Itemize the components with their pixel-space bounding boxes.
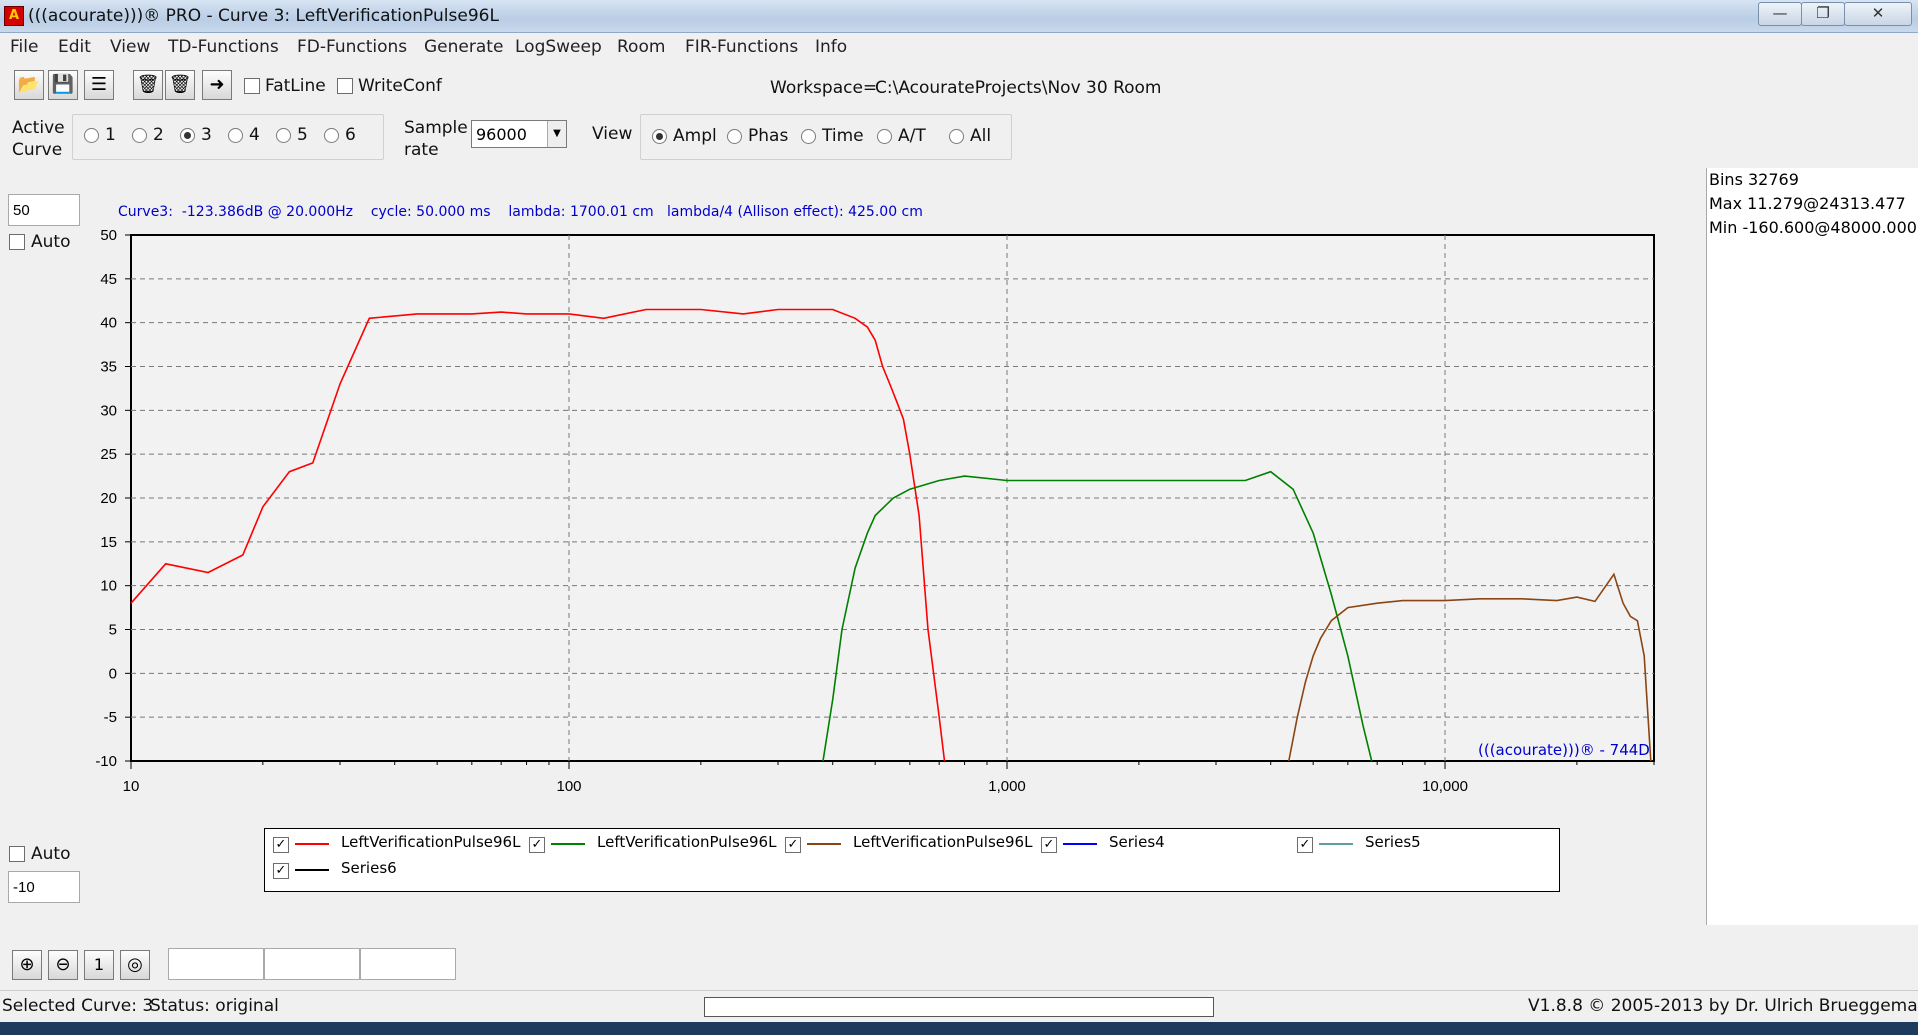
right-info-panel: Bins 32769 Max 11.279@24313.477 Min -160…	[1706, 168, 1918, 925]
max-readout: Max 11.279@24313.477	[1709, 194, 1906, 213]
auto-bottom-checkbox[interactable]	[9, 846, 25, 862]
progress-bar	[704, 997, 1214, 1017]
min-readout: Min -160.600@48000.000	[1709, 218, 1917, 237]
minimize-icon[interactable]: —	[1758, 2, 1802, 26]
legend-label-1: LeftVerificationPulse96L	[341, 833, 521, 851]
readout-field-1	[168, 948, 264, 980]
y-tick-label: 20	[100, 490, 117, 507]
status-version: V1.8.8 © 2005-2013 by Dr. Ulrich Bruegge…	[1528, 996, 1918, 1016]
legend-label-5: Series5	[1365, 833, 1421, 851]
legend-checkbox-5[interactable]: ✓	[1297, 837, 1313, 853]
y-tick-label: 5	[109, 622, 117, 639]
legend-swatch-4	[1063, 843, 1097, 845]
zoom-reset-button[interactable]: 1	[84, 950, 114, 980]
zoom-out-icon[interactable]: ⊖	[48, 950, 78, 980]
y-tick-label: 10	[100, 578, 117, 595]
taskbar	[0, 1022, 1918, 1035]
zoom-in-icon[interactable]: ⊕	[12, 950, 42, 980]
y-tick-label: 40	[100, 315, 117, 332]
y-tick-label: 30	[100, 402, 117, 419]
y-tick-label: 25	[100, 446, 117, 463]
y-tick-label: 50	[100, 227, 117, 244]
y-tick-label: 35	[100, 359, 117, 376]
auto-bottom-label: Auto	[31, 844, 71, 864]
y-tick-label: 15	[100, 534, 117, 551]
legend-swatch-5	[1319, 843, 1353, 845]
legend-checkbox-3[interactable]: ✓	[785, 837, 801, 853]
legend-swatch-1	[295, 843, 329, 845]
y-tick-label: 0	[109, 665, 117, 682]
bins-readout: Bins 32769	[1709, 170, 1799, 189]
legend-swatch-6	[295, 869, 329, 871]
legend: ✓ LeftVerificationPulse96L ✓ LeftVerific…	[264, 828, 1560, 892]
legend-swatch-3	[807, 843, 841, 845]
chart-plot[interactable]: 50454035302520151050-5-1010 100 1,000 10,00…	[0, 0, 1706, 820]
y-tick-label: -5	[104, 709, 117, 726]
status-selected-curve: Selected Curve: 3	[2, 996, 154, 1016]
legend-swatch-2	[551, 843, 585, 845]
status-bar: Selected Curve: 3 Status: original V1.8.…	[0, 990, 1918, 1021]
watermark: (((acourate)))® - 744D	[1478, 741, 1650, 759]
status-text: Status: original	[150, 996, 279, 1016]
legend-checkbox-1[interactable]: ✓	[273, 837, 289, 853]
legend-label-2: LeftVerificationPulse96L	[597, 833, 777, 851]
x-tick-label: 10	[123, 778, 140, 795]
legend-label-3: LeftVerificationPulse96L	[853, 833, 1033, 851]
x-tick-label: 100	[556, 778, 581, 795]
y-tick-label: -10	[95, 753, 117, 770]
close-icon[interactable]: ✕	[1844, 2, 1912, 26]
legend-checkbox-4[interactable]: ✓	[1041, 837, 1057, 853]
restore-icon[interactable]: ❐	[1801, 2, 1845, 26]
target-icon[interactable]: ◎	[120, 950, 150, 980]
x-tick-label: 10,000	[1422, 778, 1468, 795]
y-tick-label: 45	[100, 271, 117, 288]
legend-checkbox-6[interactable]: ✓	[273, 863, 289, 879]
readout-field-2	[264, 948, 360, 980]
ymin-input[interactable]	[8, 871, 80, 903]
readout-field-3	[360, 948, 456, 980]
legend-label-4: Series4	[1109, 833, 1165, 851]
legend-checkbox-2[interactable]: ✓	[529, 837, 545, 853]
x-tick-label: 1,000	[988, 778, 1026, 795]
legend-label-6: Series6	[341, 859, 397, 877]
